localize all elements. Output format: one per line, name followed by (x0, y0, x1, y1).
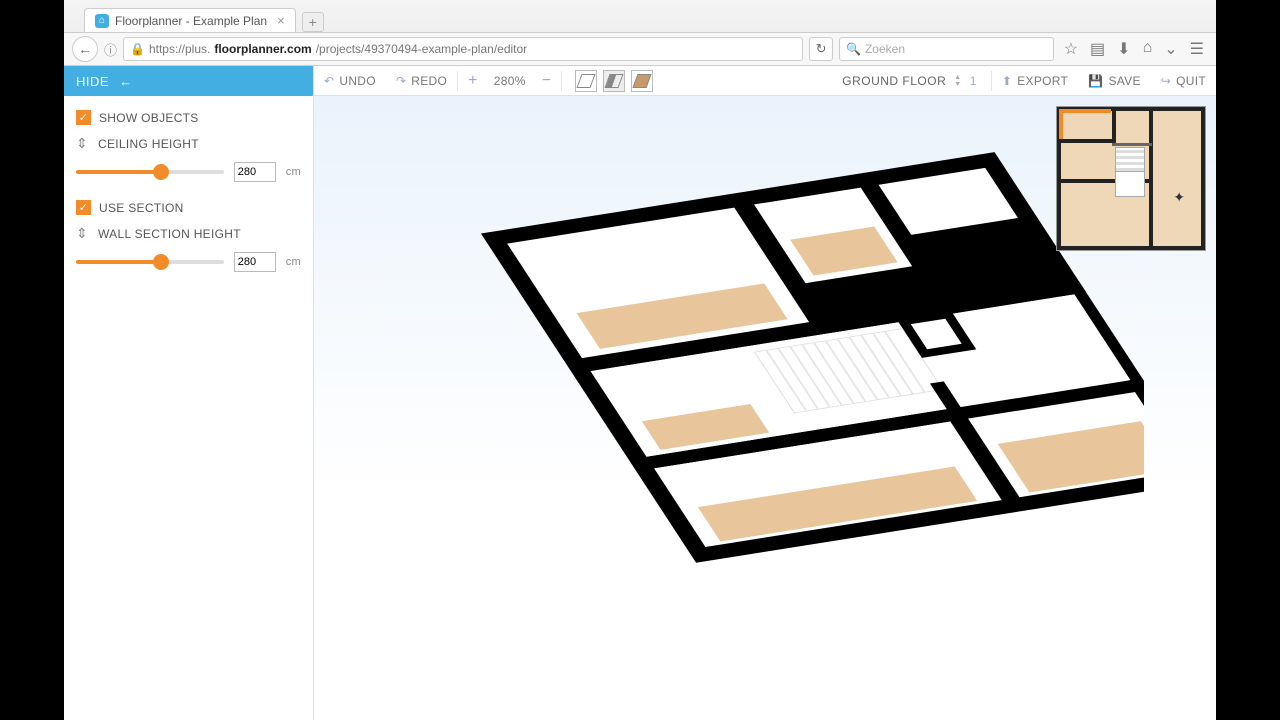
zoom-level: 280% (488, 74, 532, 88)
menu-icon[interactable]: ☰ (1190, 39, 1204, 59)
use-section-checkbox[interactable]: ✓ (76, 200, 91, 215)
view-2d-button[interactable] (575, 70, 597, 92)
url-path: /projects/49370494-example-plan/editor (316, 42, 527, 56)
close-icon[interactable]: × (277, 13, 285, 28)
sidebar: HIDE ← ✓ SHOW OBJECTS ⇕ CEILING HEIGHT (64, 66, 314, 720)
use-section-label: USE SECTION (99, 201, 184, 215)
bookmark-icon[interactable]: ☆ (1064, 39, 1078, 59)
floorplan-render (444, 101, 1144, 701)
download-icon[interactable]: ⬇ (1117, 39, 1130, 59)
minimap[interactable]: ✦ (1056, 106, 1206, 251)
save-label: SAVE (1108, 74, 1140, 88)
show-objects-checkbox[interactable]: ✓ (76, 110, 91, 125)
show-objects-label: SHOW OBJECTS (99, 111, 199, 125)
view-3d-button[interactable] (603, 70, 625, 92)
floor-selector[interactable]: GROUND FLOOR ▲▼ 1 (828, 74, 991, 88)
updown-icon: ▲▼ (954, 74, 961, 88)
ceiling-height-input[interactable] (234, 162, 276, 182)
address-bar: ← ⓘ 🔒 https://plus. floorplanner.com/proj… (64, 32, 1216, 66)
zoom-out-button[interactable]: − (532, 66, 562, 95)
plus-icon: + (468, 72, 478, 90)
hide-label: HIDE (76, 74, 109, 89)
export-label: EXPORT (1017, 74, 1068, 88)
export-icon: ⬆ (1002, 74, 1012, 88)
redo-label: REDO (411, 74, 447, 88)
pocket-icon[interactable]: ⌄ (1164, 39, 1177, 59)
floor-number: 1 (970, 74, 977, 88)
zoom-in-button[interactable]: + (458, 66, 488, 95)
undo-button[interactable]: ↶ UNDO (314, 66, 386, 95)
new-tab-button[interactable]: + (302, 12, 324, 32)
section-icon: ⇕ (76, 225, 90, 242)
url-prefix: https://plus. (149, 42, 210, 56)
floor-name: GROUND FLOOR (842, 74, 946, 88)
save-button[interactable]: 💾 SAVE (1078, 66, 1151, 95)
back-button[interactable]: ← (72, 36, 98, 62)
lock-icon: 🔒 (130, 42, 145, 56)
tab-title: Floorplanner - Example Plan (115, 14, 267, 28)
ceiling-icon: ⇕ (76, 135, 90, 152)
hide-sidebar-button[interactable]: HIDE ← (64, 66, 313, 96)
quit-button[interactable]: ↪ QUIT (1151, 66, 1216, 95)
browser-tabbar: ⌂ Floorplanner - Example Plan × + (64, 0, 1216, 32)
undo-label: UNDO (339, 74, 376, 88)
wall-section-label: WALL SECTION HEIGHT (98, 227, 241, 241)
undo-icon: ↶ (324, 74, 334, 88)
quit-label: QUIT (1176, 74, 1206, 88)
search-placeholder: Zoeken (865, 42, 905, 56)
quit-icon: ↪ (1161, 74, 1171, 88)
wall-section-slider[interactable] (76, 260, 224, 264)
favicon: ⌂ (95, 14, 109, 28)
wall-section-input[interactable] (234, 252, 276, 272)
reload-button[interactable]: ↻ (809, 37, 833, 61)
url-field[interactable]: 🔒 https://plus. floorplanner.com/projects… (123, 37, 803, 61)
info-icon[interactable]: ⓘ (104, 40, 117, 59)
ceiling-height-label: CEILING HEIGHT (98, 137, 199, 151)
cursor-icon: ✦ (1173, 189, 1185, 206)
save-icon: 💾 (1088, 74, 1103, 88)
ceiling-height-slider[interactable] (76, 170, 224, 174)
view-textured-button[interactable] (631, 70, 653, 92)
floorplan-3d-viewport[interactable]: ✦ (314, 96, 1216, 720)
minus-icon: − (542, 72, 552, 90)
url-host: floorplanner.com (214, 42, 311, 56)
browser-tab[interactable]: ⌂ Floorplanner - Example Plan × (84, 8, 296, 32)
arrow-left-icon: ← (119, 74, 133, 89)
export-button[interactable]: ⬆ EXPORT (992, 66, 1078, 95)
ceiling-unit: cm (286, 166, 301, 178)
wall-unit: cm (286, 256, 301, 268)
library-icon[interactable]: ▤ (1090, 39, 1105, 59)
browser-search[interactable]: 🔍 Zoeken (839, 37, 1054, 61)
app-toolbar: ↶ UNDO ↷ REDO + 280% − (314, 66, 1216, 96)
search-icon: 🔍 (846, 42, 861, 56)
redo-button[interactable]: ↷ REDO (386, 66, 457, 95)
home-icon[interactable]: ⌂ (1143, 39, 1153, 59)
redo-icon: ↷ (396, 74, 406, 88)
